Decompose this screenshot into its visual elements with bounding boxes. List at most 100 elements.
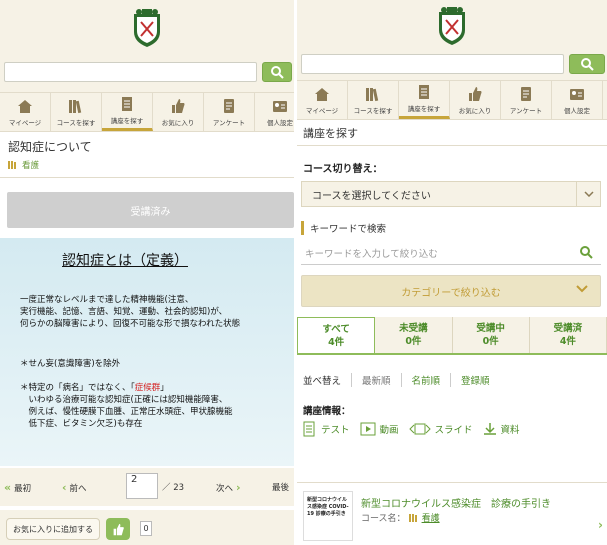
nav-find-lecture[interactable]: 講座を探す: [399, 81, 450, 119]
sort-name[interactable]: 名前順: [402, 373, 452, 387]
nav-label: マイページ: [8, 118, 42, 127]
thumbs-up-icon: [469, 86, 482, 101]
crest-logo-icon: [134, 9, 160, 47]
books-icon: [366, 87, 379, 101]
document-icon: [419, 85, 429, 99]
slide-text: いわゆる治療可能な認知症(正確には認知機能障害、: [20, 395, 228, 405]
sort-newest[interactable]: 最新順: [352, 373, 402, 387]
document-icon: [122, 97, 132, 111]
nav-label: 講座を探す: [110, 117, 144, 125]
nav-label: お気に入り: [161, 118, 195, 127]
tab-in-progress[interactable]: 受講中 0件: [452, 317, 530, 353]
header-search: [301, 54, 605, 74]
nav-label: お気に入り: [458, 106, 492, 115]
crest-logo-icon: [439, 7, 465, 45]
survey-icon: [521, 86, 531, 101]
slide-text: ＊せん妄(意識障害)を除外: [20, 359, 121, 369]
nav-settings[interactable]: 個人設定: [255, 93, 294, 131]
chevron-right-icon: ›: [598, 518, 603, 532]
sort-label: 並べ替え: [303, 373, 353, 387]
sort-registered[interactable]: 登録順: [451, 373, 500, 387]
tab-count: 0件: [482, 336, 499, 347]
prev-label: 前へ: [69, 483, 87, 494]
tab-not-started[interactable]: 未受講 0件: [375, 317, 453, 353]
tab-label: 未受講: [399, 323, 428, 334]
slide-text: 一度正常なレベルまで達した精神機能(注意、: [20, 295, 194, 305]
keyword-search-input[interactable]: キーワードを入力して絞り込む: [301, 241, 601, 265]
like-button[interactable]: [106, 518, 130, 540]
course-key: コース名：: [361, 514, 406, 524]
add-favorite-button[interactable]: お気に入りに追加する: [6, 518, 100, 540]
home-icon: [18, 99, 32, 113]
slide-text-part: ＊特定の「病名」ではなく、「: [20, 383, 135, 393]
slide-text-part: 」: [160, 383, 169, 393]
site-search-input[interactable]: [4, 62, 257, 82]
keyword-placeholder: キーワードを入力して絞り込む: [305, 248, 438, 260]
test-icon: [303, 421, 315, 437]
tab-label: 受講済: [553, 323, 583, 334]
first-page-button[interactable]: «最初: [4, 481, 31, 494]
legend-video: 動画: [360, 422, 399, 436]
course-viewer-panel: マイページ コースを探す 講座を探す お気に入り アンケート 個人設定 認知症に…: [0, 0, 294, 545]
completed-button[interactable]: 受講済み: [7, 192, 294, 228]
status-tabs: すべて 4件 未受講 0件 受講中 0件 受講済 4件: [297, 317, 607, 355]
home-icon: [315, 87, 329, 101]
double-chevron-left-icon: «: [4, 481, 12, 494]
slide-text: ＊特定の「病名」ではなく、「症候群」: [20, 382, 169, 394]
site-search-button[interactable]: [569, 54, 605, 74]
search-icon[interactable]: [579, 245, 593, 259]
search-icon: [271, 66, 284, 79]
nav-mypage[interactable]: マイページ: [297, 81, 348, 119]
site-header: [0, 0, 294, 92]
nav-find-course[interactable]: コースを探す: [51, 93, 102, 131]
tab-completed[interactable]: 受講済 4件: [529, 317, 607, 353]
legend-test: テスト: [301, 421, 350, 437]
site-search-button[interactable]: [262, 62, 292, 82]
tab-label: すべて: [322, 323, 350, 335]
nav-label: アンケート: [509, 106, 543, 115]
tab-label: 受講中: [476, 323, 505, 334]
next-page-button[interactable]: 次へ ›: [216, 481, 241, 494]
category-label: 看護: [22, 161, 40, 171]
lecture-search-panel: マイページ コースを探す 講座を探す お気に入り アンケート 個人設定 講座を探…: [297, 0, 607, 545]
lecture-title[interactable]: 新型コロナウイルス感染症 診療の手引き: [361, 495, 551, 510]
category-filter-button[interactable]: カテゴリーで絞り込む: [301, 275, 601, 307]
next-label: 次へ: [216, 483, 234, 494]
divider: [0, 177, 294, 178]
thumbnail-text: 新型コロナウイルス感染症 COVID-19 診療の手引き: [307, 497, 349, 517]
lecture-list-item[interactable]: 新型コロナウイルス感染症 COVID-19 診療の手引き 新型コロナウイルス感染…: [297, 482, 607, 545]
course-title: 認知症について: [8, 140, 92, 154]
nav-find-lecture[interactable]: 講座を探す: [102, 93, 153, 131]
course-select[interactable]: コースを選択してください: [301, 181, 601, 207]
nav-favorites[interactable]: お気に入り: [450, 81, 501, 119]
legend-label: テスト: [321, 425, 350, 436]
nav-find-course[interactable]: コースを探す: [348, 81, 399, 119]
page-number-input[interactable]: 2: [126, 473, 158, 499]
nav-mypage[interactable]: マイページ: [0, 93, 51, 131]
course-category[interactable]: 看護: [0, 157, 294, 177]
legend-label: スライド: [434, 425, 473, 436]
last-page-button[interactable]: 最後: [272, 481, 289, 493]
course-value[interactable]: 看護: [422, 511, 440, 524]
course-select-value: コースを選択してください: [312, 190, 431, 202]
first-label: 最初: [14, 483, 32, 494]
sort-options: 並べ替え 最新順 名前順 登録順: [297, 373, 607, 387]
nav-label: コースを探す: [353, 106, 393, 115]
prev-page-button[interactable]: ‹ 前へ: [62, 481, 87, 494]
lecture-info-legend: テスト 動画 スライド 資料: [297, 421, 607, 437]
tab-all[interactable]: すべて 4件: [297, 317, 376, 353]
nav-settings[interactable]: 個人設定: [552, 81, 603, 119]
slide-icon: [408, 423, 431, 435]
course-switch-label: コース切り替え：: [303, 164, 383, 175]
nav-favorites[interactable]: お気に入り: [153, 93, 204, 131]
slide-highlight: 症候群: [134, 383, 161, 393]
chevron-right-icon: ›: [236, 481, 241, 494]
chevron-down-icon: [576, 285, 588, 293]
thumbs-up-icon: [113, 523, 124, 535]
books-icon: [8, 161, 16, 169]
legend-label: 動画: [379, 425, 399, 436]
site-search-input[interactable]: [301, 54, 564, 74]
nav-survey[interactable]: アンケート: [204, 93, 255, 131]
nav-survey[interactable]: アンケート: [501, 81, 552, 119]
nav-label: マイページ: [305, 106, 339, 115]
